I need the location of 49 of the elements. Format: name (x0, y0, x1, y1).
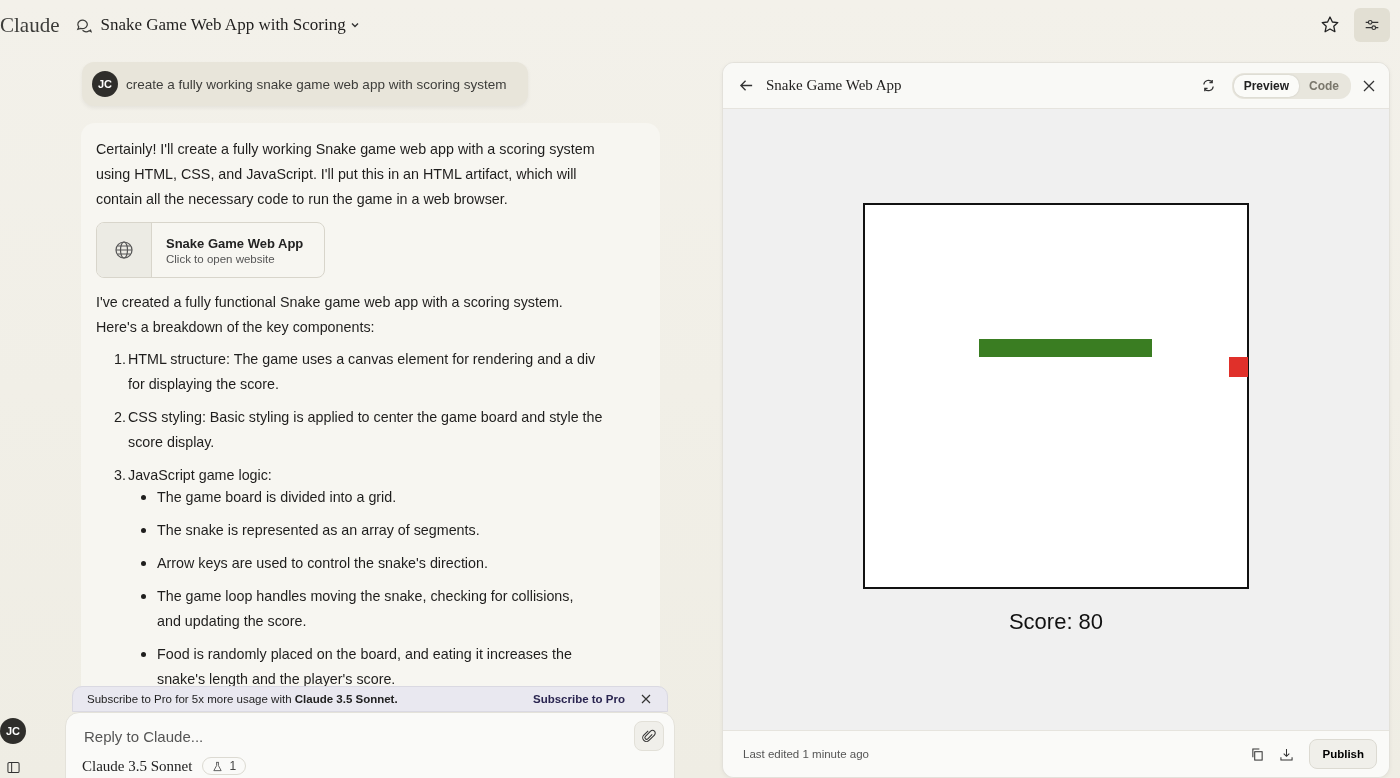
list-item-text: Arrow keys are used to control the snake's direction. (157, 554, 489, 573)
app-logo[interactable]: Claude (0, 12, 60, 38)
last-edited-text: Last edited 1 minute ago (743, 748, 869, 760)
score-text: Score: 80 (1008, 609, 1104, 635)
globe-icon (114, 240, 134, 260)
list-item-text: HTML structure: The game uses a canvas element for rendering and a div for displaying the score. (127, 350, 597, 394)
publish-button[interactable]: Publish (1309, 739, 1377, 769)
paperclip-icon (641, 727, 657, 745)
download-icon[interactable] (1280, 747, 1294, 761)
bullet-dot (141, 652, 146, 657)
close-icon[interactable] (1363, 79, 1375, 92)
flask-icon (212, 760, 224, 772)
bullet-dot (141, 495, 146, 500)
user-avatar[interactable]: JC (0, 718, 26, 744)
response-paragraph: Certainly! I'll create a fully working Snake game web app with a scoring system using HTML, CSS, and JavaScript. I'll put this in an HTML artifact, which will contain all the necessary code to run the game in a web browser. (96, 140, 596, 209)
list-item-text: JavaScript game logic: (127, 466, 273, 485)
sidebar-toggle-icon[interactable] (7, 761, 20, 774)
refresh-icon[interactable] (1200, 78, 1216, 93)
list-item-text: The game loop handles moving the snake, checking for collisions, and updating the score. (157, 587, 575, 631)
list-item-text: CSS styling: Basic styling is applied to center the game board and style the score display. (127, 408, 604, 452)
chevron-down-icon (349, 20, 360, 30)
list-item-text: Food is randomly placed on the board, and eating it increases the snake's length and the player's score. (157, 645, 573, 689)
view-tab[interactable]: Preview (1233, 74, 1299, 97)
star-icon[interactable] (1320, 15, 1340, 35)
subscribe-link[interactable]: Subscribe to Pro (532, 693, 625, 705)
settings-button[interactable] (1354, 8, 1390, 42)
list-number: 3. (113, 466, 127, 485)
back-arrow-icon[interactable] (739, 78, 754, 93)
user-avatar: JC (92, 71, 118, 97)
model-selector[interactable]: Claude 3.5 Sonnet (82, 757, 193, 775)
list-number: 1. (113, 350, 127, 369)
bullet-dot (141, 561, 146, 566)
reply-field[interactable]: Reply to Claude... (82, 726, 634, 746)
copy-icon[interactable] (1251, 747, 1265, 761)
bullet-dot (141, 594, 146, 599)
message-text: create a fully working snake game web app with scoring system (126, 76, 507, 92)
view-tab[interactable]: Code (1299, 74, 1349, 97)
list-number: 2. (113, 408, 127, 427)
panel-title: Snake Game Web App (766, 77, 902, 94)
banner-text: Subscribe to Pro for 5x more usage with Claude 3.5 Sonnet. (87, 693, 399, 705)
bullet-dot (141, 528, 146, 533)
list-item-text: The game board is divided into a grid. (157, 488, 398, 507)
response-paragraph: I've created a fully functional Snake game web app with a scoring system. Here's a breakdown of the key components: (96, 293, 564, 337)
list-item-text: The snake is represented as an array of segments. (157, 521, 481, 540)
close-icon[interactable] (641, 694, 651, 704)
food-drawing (1229, 357, 1248, 377)
conversation-title-dropdown[interactable]: Snake Game Web App with Scoring (100, 15, 360, 35)
attach-button[interactable] (634, 721, 664, 751)
artifact-card[interactable]: Snake Game Web App Click to open website (96, 222, 325, 278)
